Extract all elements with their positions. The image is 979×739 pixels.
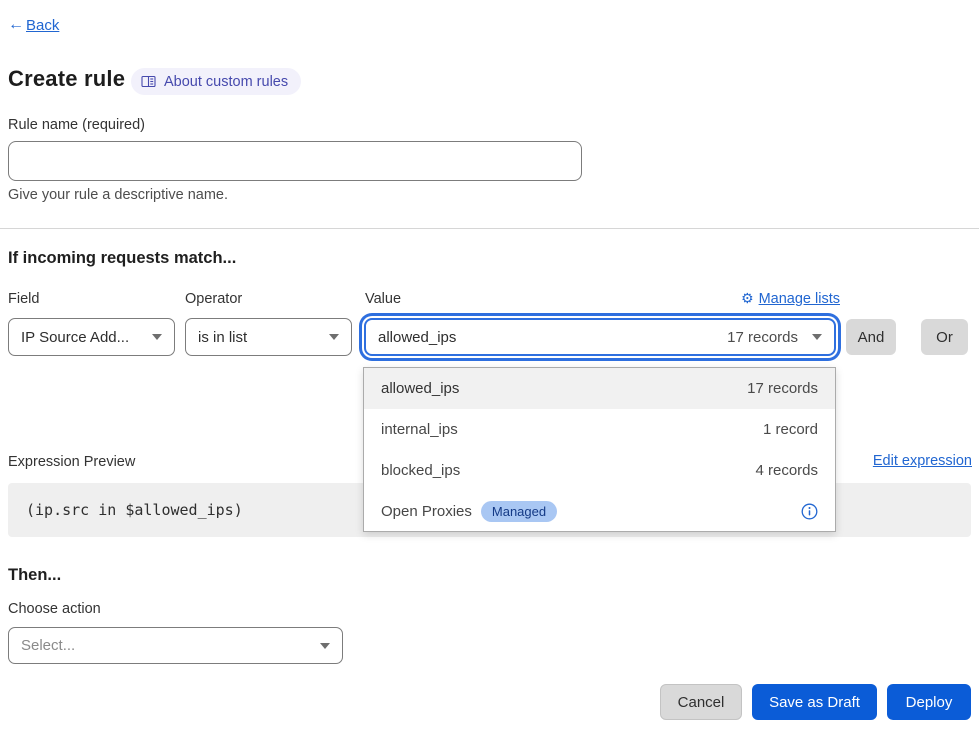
- dropdown-option-blocked-ips[interactable]: blocked_ips 4 records: [364, 450, 835, 491]
- managed-badge: Managed: [481, 501, 557, 522]
- book-icon: [141, 75, 156, 88]
- rule-name-label: Rule name (required): [8, 117, 145, 133]
- dropdown-option-name: internal_ips: [381, 421, 458, 438]
- action-select[interactable]: Select...: [8, 627, 343, 664]
- chevron-down-icon: [152, 334, 162, 340]
- or-button[interactable]: Or: [921, 319, 968, 355]
- chevron-down-icon: [329, 334, 339, 340]
- dropdown-option-internal-ips[interactable]: internal_ips 1 record: [364, 409, 835, 450]
- operator-label: Operator: [185, 291, 242, 307]
- dropdown-option-allowed-ips[interactable]: allowed_ips 17 records: [364, 368, 835, 409]
- dropdown-option-records: 1 record: [763, 421, 818, 438]
- back-arrow-icon: ←: [8, 16, 24, 34]
- back-link-label: Back: [26, 17, 59, 34]
- action-select-placeholder: Select...: [21, 637, 75, 654]
- about-custom-rules-link[interactable]: About custom rules: [131, 68, 301, 95]
- info-icon[interactable]: [801, 503, 818, 520]
- deploy-button[interactable]: Deploy: [887, 684, 971, 720]
- back-link[interactable]: ←Back: [8, 16, 59, 34]
- dropdown-option-name: allowed_ips: [381, 380, 459, 397]
- cancel-button[interactable]: Cancel: [660, 684, 742, 720]
- value-select-value: allowed_ips: [378, 329, 456, 346]
- edit-expression-link[interactable]: Edit expression: [873, 453, 972, 469]
- operator-select[interactable]: is in list: [185, 318, 352, 356]
- field-select-value: IP Source Add...: [21, 329, 129, 346]
- expression-code: (ip.src in $allowed_ips): [26, 501, 243, 519]
- dropdown-option-records: 4 records: [755, 462, 818, 479]
- manage-lists-link[interactable]: ⚙ Manage lists: [727, 290, 840, 307]
- match-section-heading: If incoming requests match...: [8, 249, 236, 268]
- value-label: Value: [365, 291, 401, 307]
- rule-name-input[interactable]: [8, 141, 582, 181]
- choose-action-label: Choose action: [8, 601, 101, 617]
- value-select[interactable]: allowed_ips 17 records: [364, 318, 836, 356]
- field-label: Field: [8, 291, 39, 307]
- section-divider: [0, 228, 979, 229]
- rule-name-helper-text: Give your rule a descriptive name.: [8, 187, 228, 203]
- and-button[interactable]: And: [846, 319, 896, 355]
- chevron-down-icon: [320, 643, 330, 649]
- then-section-heading: Then...: [8, 566, 61, 585]
- dropdown-option-records: 17 records: [747, 380, 818, 397]
- operator-select-value: is in list: [198, 329, 247, 346]
- manage-lists-label: Manage lists: [759, 291, 840, 307]
- chevron-down-icon: [812, 334, 822, 340]
- dropdown-option-open-proxies[interactable]: Open Proxies Managed: [364, 491, 835, 532]
- about-custom-rules-label: About custom rules: [164, 74, 288, 90]
- dropdown-option-name: blocked_ips: [381, 462, 460, 479]
- dropdown-option-name: Open Proxies: [381, 503, 472, 520]
- gear-icon: ⚙: [741, 290, 754, 307]
- list-dropdown-panel: allowed_ips 17 records internal_ips 1 re…: [363, 367, 836, 532]
- value-select-records: 17 records: [727, 329, 812, 346]
- field-select[interactable]: IP Source Add...: [8, 318, 175, 356]
- page-title: Create rule: [8, 66, 125, 92]
- expression-preview-label: Expression Preview: [8, 454, 135, 470]
- save-as-draft-button[interactable]: Save as Draft: [752, 684, 877, 720]
